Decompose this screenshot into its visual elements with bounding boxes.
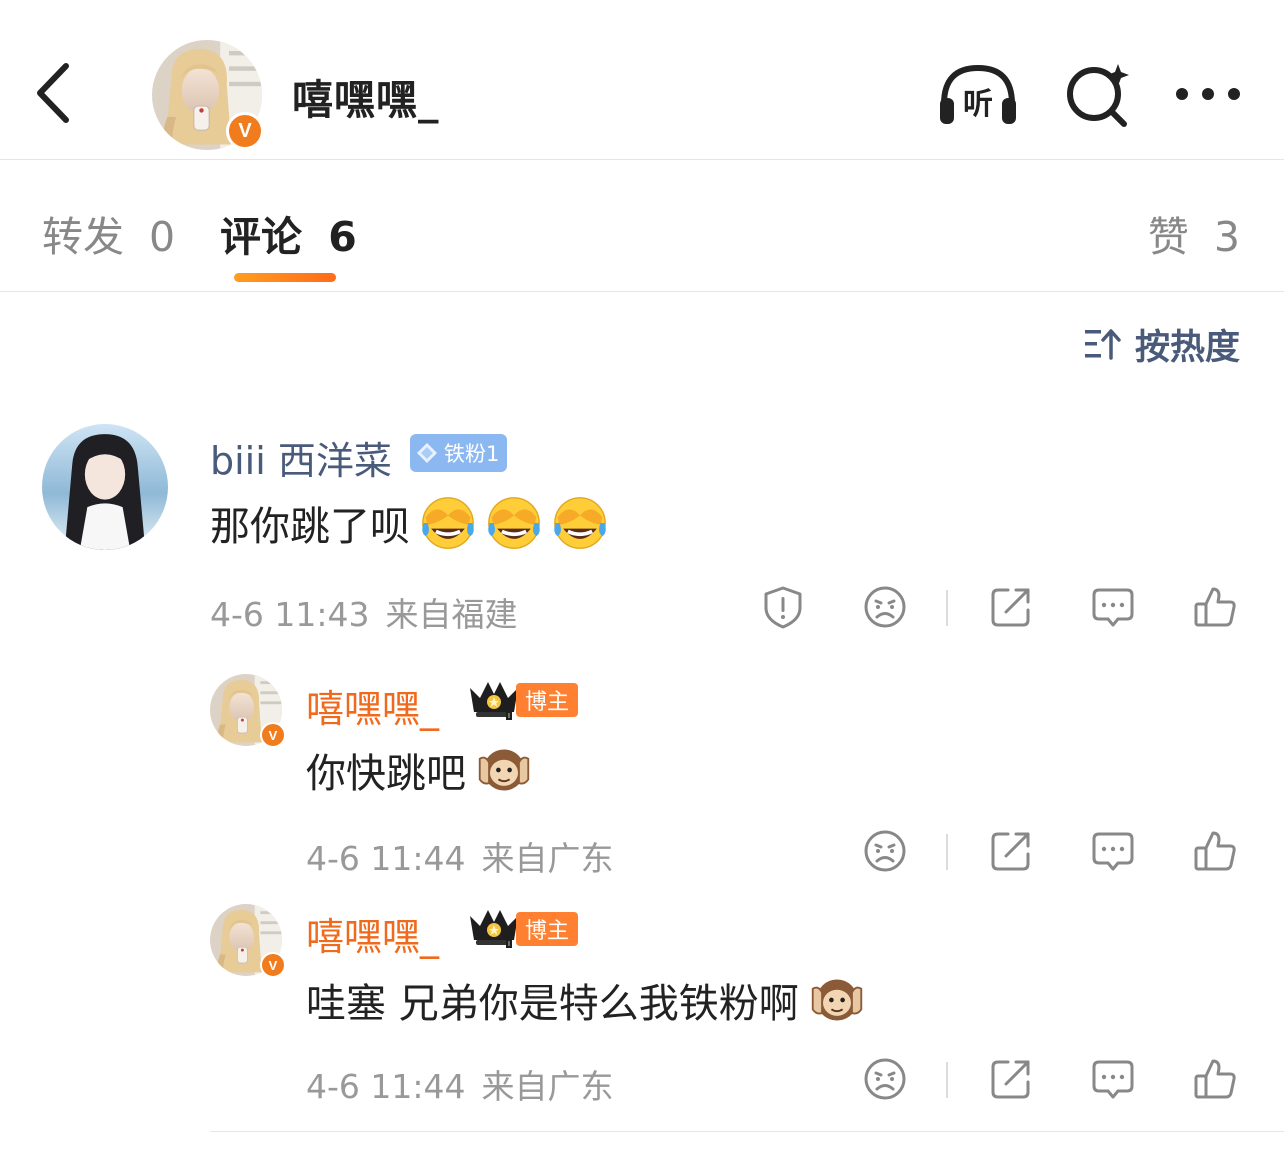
sort-icon xyxy=(1084,329,1121,360)
author-name[interactable]: 嘻嘿嘿_ xyxy=(292,66,440,126)
comment-meta: 4-6 11:44 来自广东 xyxy=(306,832,614,880)
tab-likes[interactable]: 赞 3 xyxy=(1148,203,1240,263)
diamond-icon xyxy=(417,443,437,463)
divider xyxy=(946,834,948,870)
listen-button[interactable]: 听 xyxy=(936,58,1020,134)
report-icon[interactable] xyxy=(760,584,806,630)
dislike-icon[interactable] xyxy=(862,828,908,874)
sort-toggle[interactable]: 按热度 xyxy=(1083,322,1240,368)
like-icon[interactable] xyxy=(1192,828,1238,874)
listen-label: 听 xyxy=(963,87,993,122)
comment-body: 那你跳了呗 xyxy=(210,504,410,550)
comment-date: 4-6 11:43 xyxy=(210,595,370,634)
avatar[interactable]: V xyxy=(210,674,286,748)
reply-icon[interactable] xyxy=(1090,1056,1136,1102)
fan-badge-label: 铁粉1 xyxy=(444,442,500,466)
tab-comments[interactable]: 评论 6 xyxy=(220,203,357,263)
host-badge: 博主 xyxy=(516,683,579,717)
like-icon[interactable] xyxy=(1192,1056,1238,1102)
laugh-cry-emoji xyxy=(486,495,542,551)
dislike-icon[interactable] xyxy=(862,584,908,630)
comment-meta: 4-6 11:43 来自福建 xyxy=(210,588,518,636)
comment-username[interactable]: 嘻嘿嘿_ xyxy=(306,678,439,733)
divider xyxy=(210,1131,1284,1132)
laugh-cry-emoji xyxy=(552,495,608,551)
comment-body: 哇塞 兄弟你是特么我铁粉啊 xyxy=(306,981,799,1027)
share-icon[interactable] xyxy=(988,1056,1034,1102)
host-badge: 博主 xyxy=(516,912,579,946)
comment-location: 来自广东 xyxy=(481,839,614,878)
tab-count: 6 xyxy=(328,213,357,261)
comment-location: 来自广东 xyxy=(481,1067,614,1106)
share-icon[interactable] xyxy=(988,584,1034,630)
tab-label: 转发 xyxy=(42,213,124,261)
top-nav-bar: V 嘻嘿嘿_ 听 xyxy=(0,0,1284,160)
back-button[interactable] xyxy=(30,58,80,128)
more-button[interactable] xyxy=(1166,58,1250,134)
tab-label: 赞 xyxy=(1147,213,1189,261)
tab-count: 3 xyxy=(1213,213,1240,261)
comment-username[interactable]: 嘻嘿嘿_ xyxy=(306,906,439,961)
headphones-listen-icon: 听 xyxy=(940,64,1016,124)
tab-label: 评论 xyxy=(220,213,302,261)
see-no-evil-monkey-emoji xyxy=(809,972,865,1028)
share-icon[interactable] xyxy=(988,828,1034,874)
sort-label: 按热度 xyxy=(1134,327,1240,368)
active-tab-indicator xyxy=(234,273,336,282)
divider xyxy=(946,1062,948,1098)
avatar[interactable] xyxy=(42,424,168,550)
comment-text: 你快跳吧 xyxy=(306,740,532,800)
chevron-left-icon xyxy=(37,63,69,123)
comment-text: 那你跳了呗 xyxy=(210,492,608,554)
crown-icon xyxy=(466,678,522,720)
tab-bar: 转发 0 评论 6 赞 3 xyxy=(0,161,1284,292)
comment-date: 4-6 11:44 xyxy=(306,1067,466,1106)
ai-search-icon xyxy=(1067,64,1129,127)
like-icon[interactable] xyxy=(1192,584,1238,630)
more-dots-icon xyxy=(1176,88,1240,100)
reply-icon[interactable] xyxy=(1090,828,1136,874)
avatar[interactable]: V xyxy=(210,904,286,978)
fan-badge: 铁粉1 xyxy=(410,434,508,472)
comment-body: 你快跳吧 xyxy=(306,751,466,797)
verified-badge: V xyxy=(260,952,286,978)
crown-icon xyxy=(466,906,522,948)
comment-location: 来自福建 xyxy=(385,595,518,634)
divider xyxy=(946,590,948,626)
comment-meta: 4-6 11:44 来自广东 xyxy=(306,1060,614,1108)
dislike-icon[interactable] xyxy=(862,1056,908,1102)
author-avatar[interactable]: V xyxy=(152,40,264,150)
comment-date: 4-6 11:44 xyxy=(306,839,466,878)
verified-badge: V xyxy=(260,722,286,748)
tab-count: 0 xyxy=(149,213,176,261)
laugh-cry-emoji xyxy=(420,495,476,551)
comment-username[interactable]: biii 西洋菜 xyxy=(210,430,392,485)
tab-reposts[interactable]: 转发 0 xyxy=(42,203,175,263)
verified-badge: V xyxy=(226,112,264,150)
search-button[interactable] xyxy=(1058,58,1142,134)
reply-icon[interactable] xyxy=(1090,584,1136,630)
comment-text: 哇塞 兄弟你是特么我铁粉啊 xyxy=(306,970,865,1030)
see-no-evil-monkey-emoji xyxy=(476,742,532,798)
